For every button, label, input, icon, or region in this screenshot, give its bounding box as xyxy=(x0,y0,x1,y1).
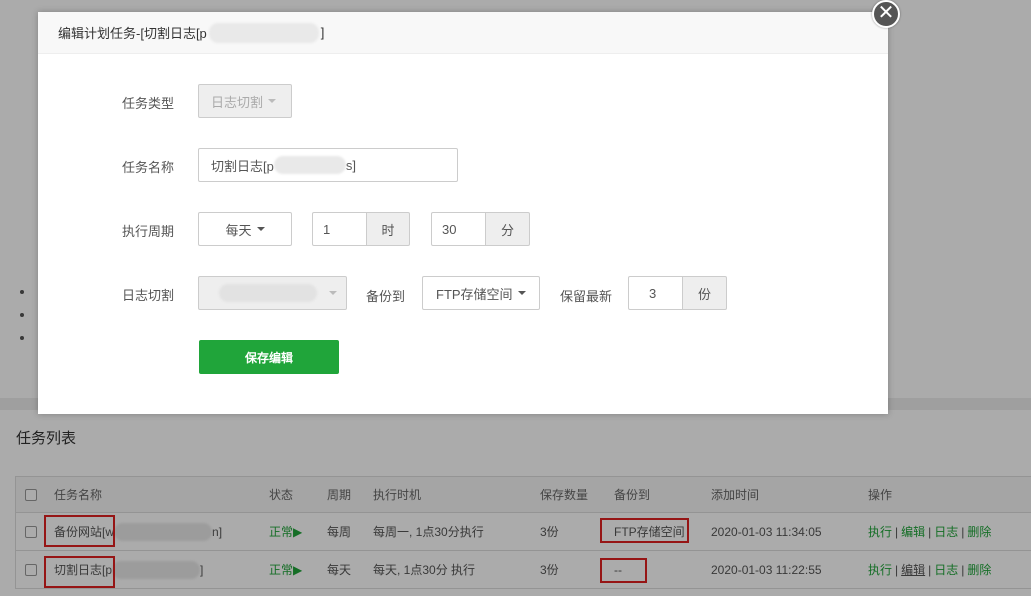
caret-down-icon xyxy=(268,99,277,103)
keep-input-group: 3 份 xyxy=(628,276,727,310)
log-cut-label: 日志切割 xyxy=(122,288,175,303)
minute-input[interactable]: 30 xyxy=(431,212,486,246)
minute-input-group: 30 分 xyxy=(431,212,530,246)
task-type-label: 任务类型 xyxy=(122,96,175,111)
task-type-value: 日志切割 xyxy=(211,94,264,110)
edit-task-dialog: 编辑计划任务-[切割日志[p] 任务类型 日志切割 任务名称 切割日志[p s] … xyxy=(38,12,888,414)
backup-to-select[interactable]: FTP存储空间 xyxy=(422,276,540,310)
task-name-suffix: s] xyxy=(345,157,356,173)
task-type-select[interactable]: 日志切割 xyxy=(198,84,292,118)
dialog-header: 编辑计划任务-[切割日志[p] xyxy=(38,12,888,54)
caret-down-icon xyxy=(329,291,337,295)
hour-input-group: 1 时 xyxy=(312,212,410,246)
redacted-text xyxy=(273,156,346,174)
task-name-input[interactable]: 切割日志[p s] xyxy=(198,148,458,182)
hour-input[interactable]: 1 xyxy=(312,212,367,246)
task-name-prefix: 切割日志[p xyxy=(211,158,274,174)
hour-unit: 时 xyxy=(367,212,410,246)
caret-down-icon xyxy=(256,227,265,231)
backup-to-label: 备份到 xyxy=(366,289,406,304)
keep-unit: 份 xyxy=(683,276,727,310)
save-edit-button[interactable]: 保存编辑 xyxy=(199,340,339,374)
task-name-label: 任务名称 xyxy=(122,160,175,175)
keep-latest-label: 保留最新 xyxy=(560,289,613,304)
dialog-title-suffix: ] xyxy=(320,25,325,40)
backup-to-value: FTP存储空间 xyxy=(436,286,513,302)
period-label: 执行周期 xyxy=(122,224,175,239)
log-cut-select[interactable] xyxy=(198,276,347,310)
minute-unit: 分 xyxy=(486,212,530,246)
redacted-text xyxy=(208,22,319,43)
period-select[interactable]: 每天 xyxy=(198,212,292,246)
close-icon[interactable]: ✕ xyxy=(872,0,900,28)
keep-input[interactable]: 3 xyxy=(628,276,683,310)
dialog-title-prefix: 编辑计划任务-[切割日志[p xyxy=(58,26,207,41)
redacted-text xyxy=(219,284,317,302)
caret-down-icon xyxy=(517,291,526,295)
period-value: 每天 xyxy=(225,222,252,238)
